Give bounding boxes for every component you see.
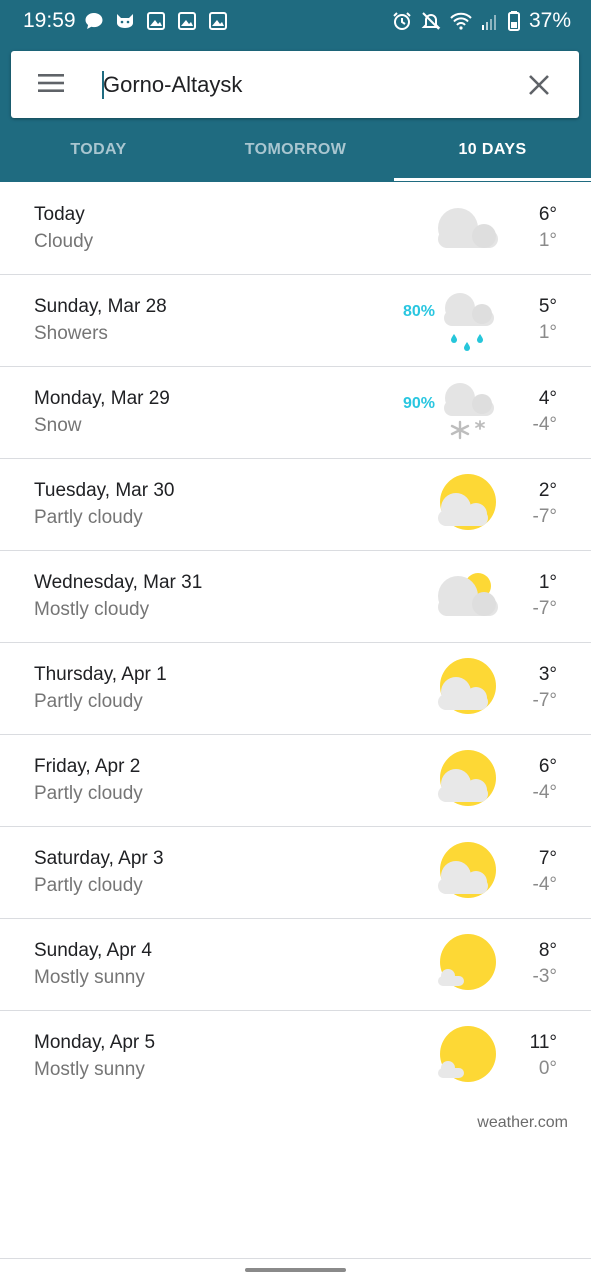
partly-cloudy-icon (438, 474, 496, 530)
search-input[interactable]: Gorno-Altaysk (103, 71, 242, 99)
forecast-day: Wednesday, Mar 31 (34, 572, 203, 593)
forecast-row[interactable]: Sunday, Mar 28 Showers 80% 5° 1° (0, 274, 591, 367)
low-temp: -3° (532, 966, 558, 987)
forecast-tabs: TODAY TOMORROW 10 DAYS (0, 118, 591, 182)
image-icon (209, 12, 227, 30)
showers-icon (444, 293, 494, 351)
forecast-day: Monday, Apr 5 (34, 1032, 156, 1053)
forecast-condition: Mostly sunny (34, 1059, 145, 1080)
battery-percentage: 37% (528, 9, 571, 32)
divider (0, 1258, 591, 1259)
forecast-row[interactable]: Tuesday, Mar 30 Partly cloudy 2° -7° (0, 458, 591, 551)
low-temp: 1° (538, 230, 557, 251)
forecast-row[interactable]: Monday, Apr 5 Mostly sunny 11° 0° (0, 1010, 591, 1102)
home-indicator[interactable] (245, 1268, 346, 1272)
forecast-condition: Partly cloudy (34, 691, 143, 712)
forecast-day: Thursday, Apr 1 (34, 664, 167, 685)
status-time: 19:59 (23, 9, 76, 32)
forecast-condition: Cloudy (34, 231, 94, 252)
high-temp: 3° (538, 664, 557, 685)
high-temp: 2° (538, 480, 557, 501)
forecast-day: Tuesday, Mar 30 (34, 480, 175, 501)
forecast-row[interactable]: Today Cloudy 6° 1° (0, 182, 591, 275)
forecast-day: Saturday, Apr 3 (34, 848, 164, 869)
signal-icon (481, 15, 496, 30)
forecast-row[interactable]: Friday, Apr 2 Partly cloudy 6° -4° (0, 734, 591, 827)
location-search-box[interactable]: Gorno-Altaysk (11, 51, 579, 118)
high-temp: 11° (529, 1032, 557, 1053)
forecast-condition: Partly cloudy (34, 875, 143, 896)
forecast-day: Today (34, 204, 85, 225)
snow-icon (444, 383, 494, 440)
forecast-day: Sunday, Apr 4 (34, 940, 152, 961)
forecast-condition: Mostly cloudy (34, 599, 150, 620)
forecast-row[interactable]: Sunday, Apr 4 Mostly sunny 8° -3° (0, 918, 591, 1011)
precipitation-chance: 90% (403, 395, 436, 412)
menu-icon[interactable] (38, 72, 64, 94)
forecast-row[interactable]: Thursday, Apr 1 Partly cloudy 3° -7° (0, 642, 591, 735)
wifi-icon (450, 12, 472, 30)
notification-icons (84, 10, 228, 32)
low-temp: -4° (532, 874, 558, 895)
tab-10-days[interactable]: 10 DAYS (394, 118, 591, 182)
forecast-condition: Snow (34, 415, 82, 436)
partly-cloudy-icon (438, 750, 496, 806)
high-temp: 4° (538, 388, 557, 409)
forecast-row[interactable]: Monday, Mar 29 Snow 90% 4° -4° (0, 366, 591, 459)
high-temp: 5° (538, 296, 557, 317)
status-bar: 19:59 37% (0, 0, 591, 42)
high-temp: 1° (538, 572, 557, 593)
forecast-condition: Mostly sunny (34, 967, 145, 988)
mute-icon (421, 12, 441, 30)
low-temp: 1° (538, 322, 557, 343)
forecast-condition: Showers (34, 323, 108, 344)
active-tab-indicator (394, 178, 591, 181)
cloudy-icon (438, 208, 498, 248)
low-temp: -4° (532, 414, 558, 435)
partly-cloudy-icon (438, 842, 496, 898)
forecast-day: Friday, Apr 2 (34, 756, 141, 777)
low-temp: -7° (532, 506, 558, 527)
data-source-link[interactable]: weather.com (477, 1114, 568, 1132)
low-temp: -7° (532, 598, 558, 619)
system-icons: 37% (392, 9, 571, 33)
low-temp: -4° (532, 782, 558, 803)
alarm-icon (393, 12, 411, 30)
mostly-sunny-icon (438, 1026, 496, 1082)
precipitation-chance: 80% (403, 303, 436, 320)
header-bar: 19:59 37% Gorno-Altaysk TODAY TOMORROW 1… (0, 0, 591, 182)
image-icon (178, 12, 196, 30)
tab-tomorrow[interactable]: TOMORROW (197, 118, 394, 182)
forecast-condition: Partly cloudy (34, 783, 143, 804)
mostly-cloudy-icon (438, 573, 498, 616)
high-temp: 6° (538, 204, 557, 225)
high-temp: 6° (538, 756, 557, 777)
forecast-day: Monday, Mar 29 (34, 388, 170, 409)
forecast-row[interactable]: Saturday, Apr 3 Partly cloudy 7° -4° (0, 826, 591, 919)
mostly-sunny-icon (438, 934, 496, 990)
message-icon (85, 13, 103, 29)
high-temp: 7° (538, 848, 557, 869)
tab-today[interactable]: TODAY (0, 118, 197, 182)
image-icon (147, 12, 165, 30)
forecast-row[interactable]: Wednesday, Mar 31 Mostly cloudy 1° -7° (0, 550, 591, 643)
battery-icon (507, 11, 520, 31)
cat-icon (117, 14, 133, 28)
low-temp: 0° (538, 1058, 557, 1079)
close-icon[interactable] (527, 73, 551, 97)
forecast-condition: Partly cloudy (34, 507, 143, 528)
partly-cloudy-icon (438, 658, 496, 714)
low-temp: -7° (532, 690, 558, 711)
high-temp: 8° (538, 940, 557, 961)
forecast-day: Sunday, Mar 28 (34, 296, 167, 317)
